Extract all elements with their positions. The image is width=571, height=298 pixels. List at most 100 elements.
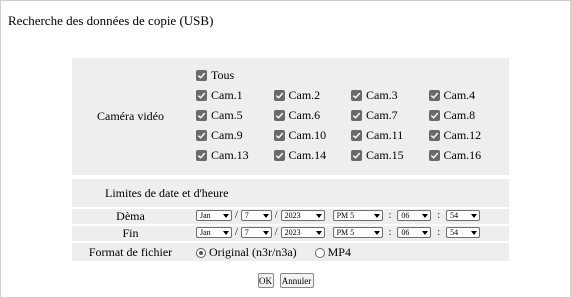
checkbox-checked-icon[interactable] <box>196 149 207 161</box>
cancel-button[interactable]: Annuler <box>279 273 314 288</box>
checkbox-cam-11[interactable]: Cam.11 <box>351 128 429 143</box>
checkbox-checked-icon[interactable] <box>273 109 285 121</box>
radio-unselected-icon[interactable] <box>314 247 325 258</box>
chevron-down-icon <box>373 213 380 218</box>
checkbox-cam-3[interactable]: Cam.3 <box>351 88 429 103</box>
checkbox-cam-7[interactable]: Cam.7 <box>351 108 429 123</box>
checkbox-cam-label: Cam.11 <box>366 127 404 142</box>
search-form: Caméra vidéo Tous Cam.1 Cam.2 Cam.3 Cam.… <box>72 58 509 261</box>
chevron-down-icon <box>422 213 429 218</box>
end-month-select[interactable]: Jan <box>196 227 232 238</box>
start-day-select[interactable]: 7 <box>240 210 272 221</box>
chevron-down-icon <box>422 230 429 235</box>
checkbox-cam-label: Cam.12 <box>443 127 482 142</box>
page-title: Recherche des données de copie (USB) <box>8 13 214 28</box>
format-option-mp4[interactable]: MP4 <box>314 245 351 260</box>
checkbox-checked-icon[interactable] <box>196 129 207 141</box>
checkbox-cam-16[interactable]: Cam.16 <box>428 148 507 163</box>
checkbox-cam-14[interactable]: Cam.14 <box>273 148 352 163</box>
start-second-value: 54 <box>450 211 459 220</box>
camera-row-all: Tous <box>196 65 506 85</box>
end-year-select[interactable]: 2023 <box>280 227 325 238</box>
checkbox-cam-13[interactable]: Cam.13 <box>196 148 274 163</box>
checkbox-cam-label: Cam.1 <box>211 87 243 102</box>
format-option-label: MP4 <box>327 245 351 259</box>
camera-row-2: Cam.5 Cam.6 Cam.7 Cam.8 <box>196 105 506 125</box>
format-option-original[interactable]: Original (n3r/n3a) <box>196 245 297 260</box>
checkbox-checked-icon[interactable] <box>196 109 207 121</box>
file-format-options: Original (n3r/n3a) MP4 <box>196 245 369 260</box>
checkbox-all[interactable]: Tous <box>196 68 274 83</box>
checkbox-cam-label: Cam.13 <box>211 147 249 162</box>
checkbox-cam-5[interactable]: Cam.5 <box>196 108 274 123</box>
end-minute-select[interactable]: 06 <box>397 227 432 238</box>
checkbox-cam-12[interactable]: Cam.12 <box>428 127 507 143</box>
time-separator: : <box>437 210 441 221</box>
checkbox-checked-icon[interactable] <box>428 89 440 101</box>
checkbox-all-label: Tous <box>211 67 235 82</box>
checkbox-cam-8[interactable]: Cam.8 <box>428 108 507 123</box>
date-separator: / <box>274 227 278 238</box>
radio-selected-icon[interactable] <box>196 247 206 258</box>
checkbox-checked-icon[interactable] <box>196 89 207 101</box>
camera-row-1: Cam.1 Cam.2 Cam.3 Cam.4 <box>196 85 506 105</box>
checkbox-checked-icon[interactable] <box>351 149 362 161</box>
checkbox-cam-1[interactable]: Cam.1 <box>196 88 274 103</box>
chevron-down-icon <box>471 230 478 235</box>
camera-row-4: Cam.13 Cam.14 Cam.15 Cam.16 <box>196 145 506 165</box>
time-separator: : <box>388 227 392 238</box>
checkbox-checked-icon[interactable] <box>273 149 285 161</box>
camera-section: Caméra vidéo Tous Cam.1 Cam.2 Cam.3 Cam.… <box>72 58 509 175</box>
checkbox-checked-icon[interactable] <box>351 89 362 101</box>
checkbox-checked-icon[interactable] <box>428 149 440 161</box>
chevron-down-icon <box>315 213 322 218</box>
end-second-select[interactable]: 54 <box>446 227 481 238</box>
start-month-select[interactable]: Jan <box>196 210 232 221</box>
start-year-value: 2023 <box>284 211 301 220</box>
checkbox-cam-10[interactable]: Cam.10 <box>273 128 352 143</box>
checkbox-cam-label: Cam.4 <box>443 87 476 102</box>
chevron-down-icon <box>315 230 322 235</box>
date-range-header: Limites de date et d'heure <box>72 179 509 207</box>
checkbox-checked-icon[interactable] <box>428 129 440 141</box>
checkbox-checked-icon[interactable] <box>196 69 207 81</box>
chevron-down-icon <box>373 230 380 235</box>
end-label: Fin <box>122 226 139 240</box>
checkbox-cam-15[interactable]: Cam.15 <box>351 148 429 163</box>
chevron-down-icon <box>223 230 229 235</box>
chevron-down-icon <box>262 230 269 235</box>
checkbox-checked-icon[interactable] <box>351 129 362 141</box>
checkbox-checked-icon[interactable] <box>428 109 440 121</box>
checkbox-cam-6[interactable]: Cam.6 <box>273 107 352 123</box>
end-datetime-controls: Jan / 7 / 2023 PM 5 : 06 : 54 <box>196 227 481 238</box>
date-separator: / <box>274 210 278 221</box>
file-format-label: Format de fichier <box>88 245 173 259</box>
start-label: Dèma <box>116 209 145 223</box>
checkbox-cam-9[interactable]: Cam.9 <box>196 128 274 143</box>
format-option-label: Original (n3r/n3a) <box>209 245 297 259</box>
checkbox-checked-icon[interactable] <box>273 129 285 141</box>
camera-label: Caméra vidéo <box>97 109 164 123</box>
start-datetime-row: Dèma Jan / 7 / 2023 PM 5 : 06 : 54 <box>72 209 509 224</box>
checkbox-cam-label: Cam.7 <box>366 107 398 122</box>
start-hour-select[interactable]: PM 5 <box>332 210 383 221</box>
checkbox-checked-icon[interactable] <box>351 109 362 121</box>
ok-button[interactable]: OK <box>257 273 274 288</box>
date-range-label: Limites de date et d'heure <box>105 186 229 200</box>
camera-grid: Tous Cam.1 Cam.2 Cam.3 Cam.4 Cam.5 Cam.6… <box>196 65 506 165</box>
end-hour-value: PM 5 <box>336 228 355 237</box>
end-datetime-row: Fin Jan / 7 / 2023 PM 5 : 06 : 54 <box>72 226 509 241</box>
end-day-select[interactable]: 7 <box>240 227 272 238</box>
time-separator: : <box>437 227 441 238</box>
end-hour-select[interactable]: PM 5 <box>332 227 383 238</box>
checkbox-checked-icon[interactable] <box>273 89 285 101</box>
start-month-value: Jan <box>200 211 211 220</box>
checkbox-cam-label: Cam.6 <box>288 107 321 122</box>
checkbox-cam-4[interactable]: Cam.4 <box>428 87 507 103</box>
time-separator: : <box>388 210 392 221</box>
start-year-select[interactable]: 2023 <box>280 210 325 221</box>
start-second-select[interactable]: 54 <box>446 210 481 221</box>
start-minute-select[interactable]: 06 <box>397 210 432 221</box>
checkbox-cam-label: Cam.2 <box>288 87 321 102</box>
checkbox-cam-2[interactable]: Cam.2 <box>273 87 352 103</box>
